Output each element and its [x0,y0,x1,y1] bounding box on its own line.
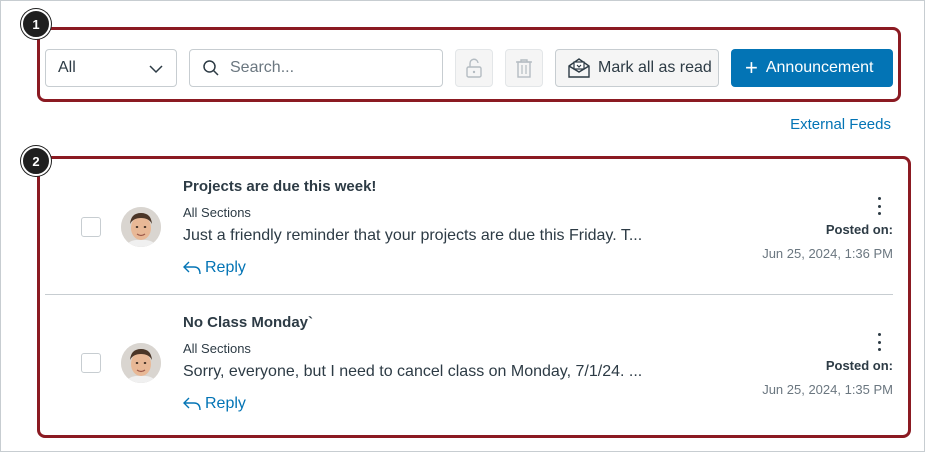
announcements-page: 1 2 All Search... Mark all as read + Ann… [0,0,925,452]
avatar[interactable] [121,207,161,247]
posted-date: Jun 25, 2024, 1:36 PM [762,246,893,261]
trash-icon [516,59,532,78]
announcement-section: All Sections [183,205,251,220]
avatar[interactable] [121,343,161,383]
announcement-preview: Sorry, everyone, but I need to cancel cl… [183,363,643,380]
section-filter-value: All [58,59,76,76]
add-announcement-button[interactable]: + Announcement [731,49,893,87]
select-checkbox[interactable] [81,353,101,373]
search-placeholder: Search... [230,59,295,76]
avatar-image [121,207,161,247]
reply-icon [183,397,201,411]
reply-link[interactable]: Reply [183,395,246,413]
search-icon [203,60,219,76]
lock-button[interactable] [455,49,493,87]
external-feeds-link[interactable]: External Feeds [790,116,891,133]
envelope-open-icon [568,58,590,78]
callout-number-1: 1 [21,9,51,39]
unlock-icon [466,58,482,78]
announcement-preview: Just a friendly reminder that your proje… [183,227,643,244]
search-input[interactable]: Search... [189,49,443,87]
delete-button[interactable] [505,49,543,87]
announcement-row[interactable]: No Class Monday` All Sections Sorry, eve… [45,297,893,429]
posted-on-label: Posted on: [825,358,893,373]
posted-on-label: Posted on: [825,222,893,237]
avatar-image [121,343,161,383]
plus-icon: + [745,55,758,80]
reply-label: Reply [205,395,246,412]
section-filter-select[interactable]: All [45,49,177,87]
more-options-icon[interactable] [877,197,881,215]
mark-all-read-label: Mark all as read [598,59,712,76]
select-checkbox[interactable] [81,217,101,237]
reply-link[interactable]: Reply [183,259,246,277]
more-options-icon[interactable] [877,333,881,351]
add-announcement-label: Announcement [765,59,874,76]
posted-date: Jun 25, 2024, 1:35 PM [762,382,893,397]
reply-label: Reply [205,259,246,276]
announcement-title[interactable]: No Class Monday` [183,314,313,331]
reply-icon [183,261,201,275]
chevron-down-icon [149,65,163,74]
mark-all-read-button[interactable]: Mark all as read [555,49,719,87]
announcement-title[interactable]: Projects are due this week! [183,178,376,195]
announcement-row[interactable]: Projects are due this week! All Sections… [45,161,893,295]
announcement-section: All Sections [183,341,251,356]
